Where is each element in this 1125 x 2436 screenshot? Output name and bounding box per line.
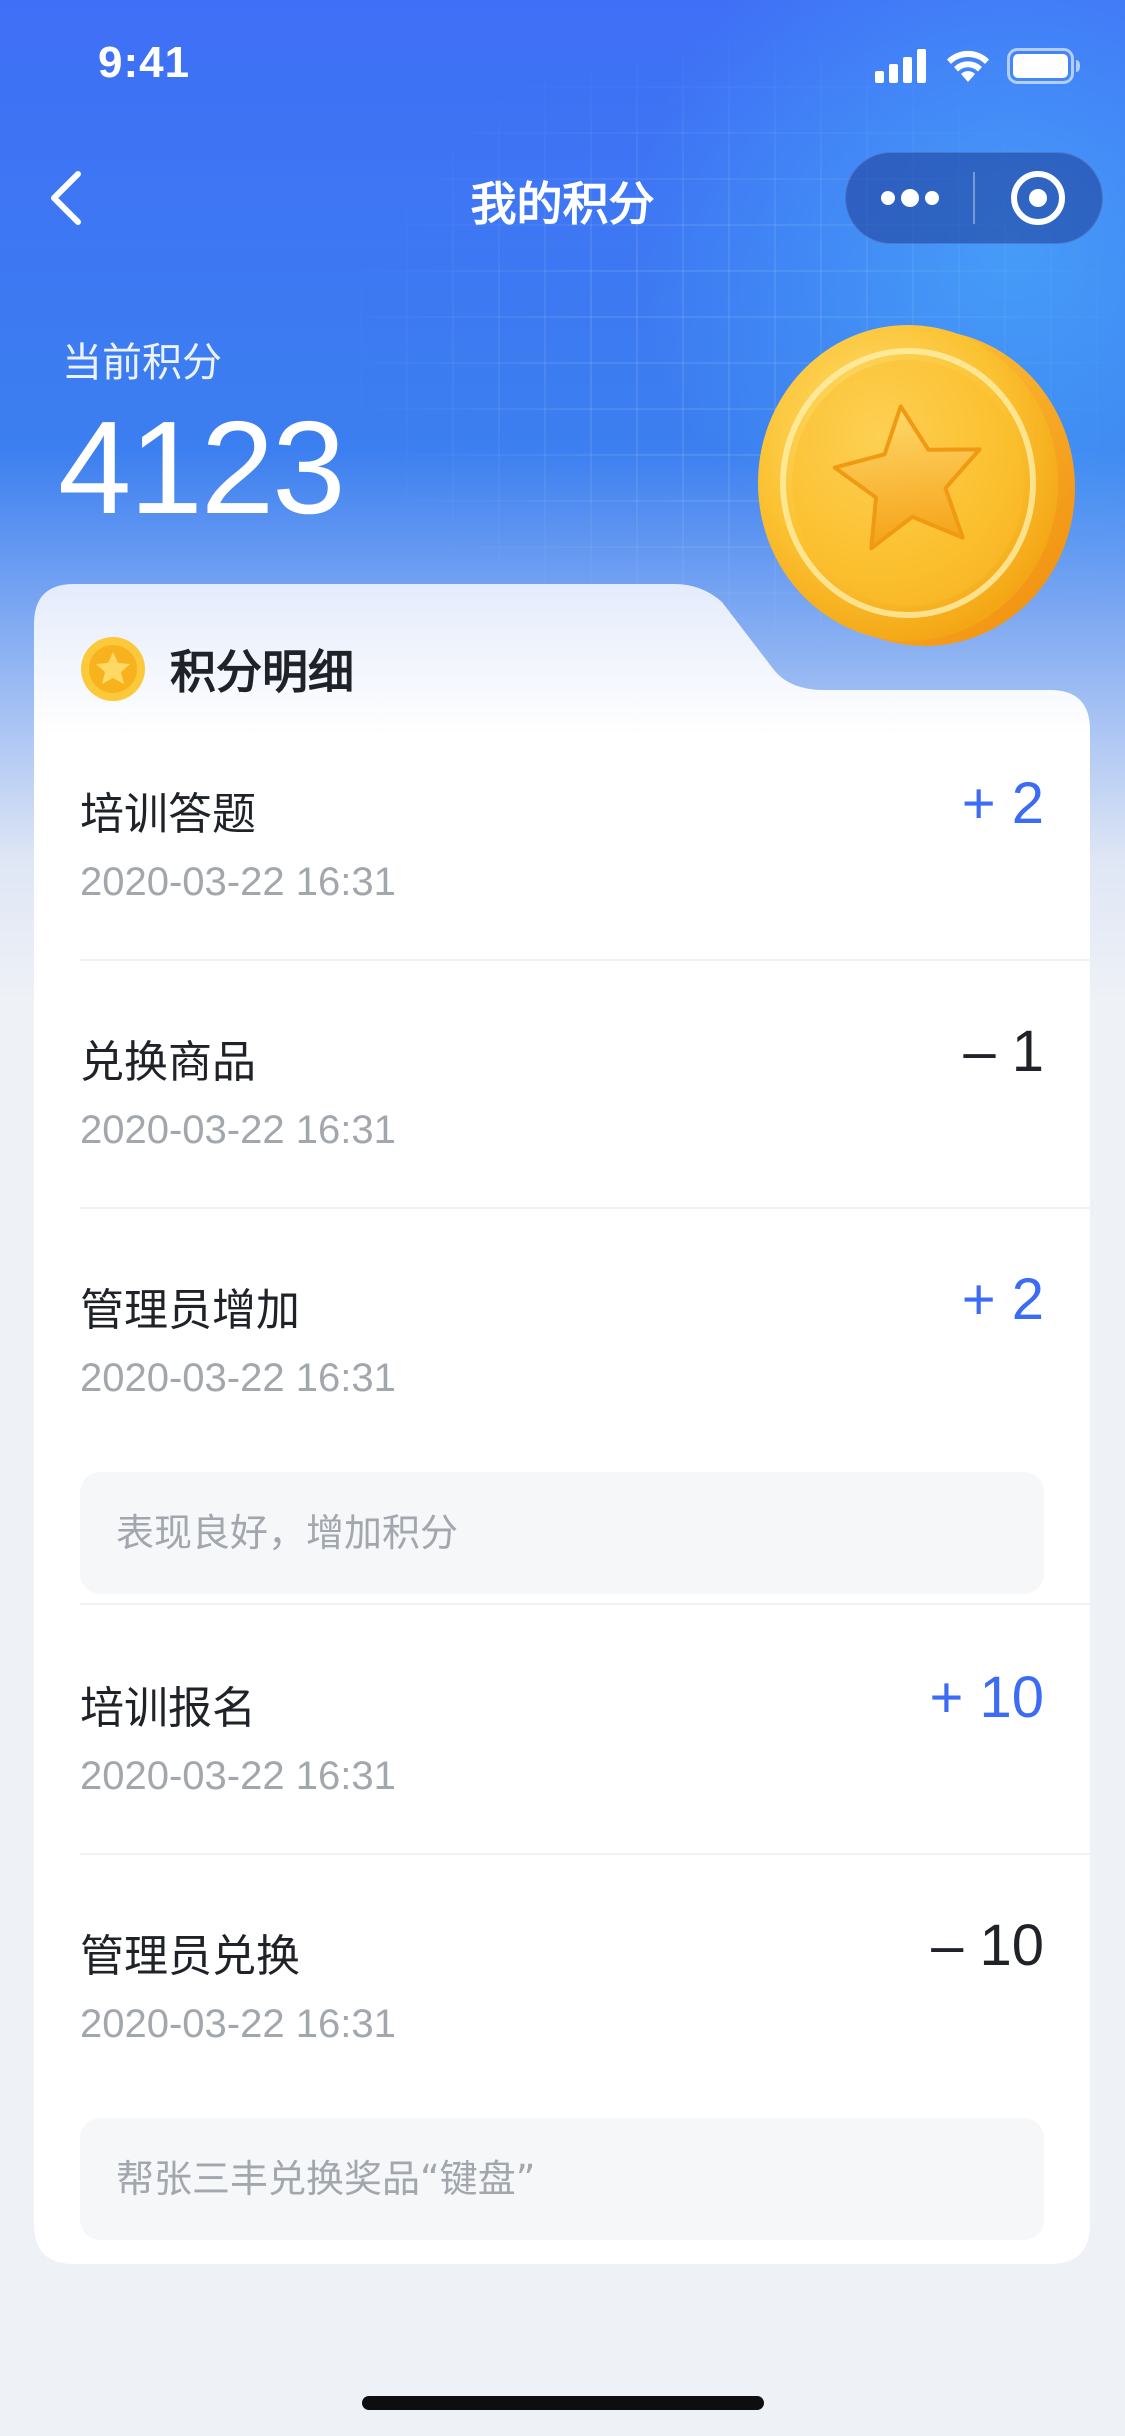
record-title: 培训答题 — [80, 789, 256, 840]
record-title: 兑换商品 — [80, 1037, 256, 1088]
record-divider — [80, 1603, 1090, 1605]
record-time: 2020-03-22 16:31 — [80, 1754, 396, 1798]
more-button[interactable] — [846, 152, 973, 244]
record-title: 管理员增加 — [80, 1285, 300, 1336]
record-time: 2020-03-22 16:31 — [80, 860, 396, 904]
record-divider — [80, 1853, 1090, 1855]
record-time: 2020-03-22 16:31 — [80, 1356, 396, 1400]
card-title: 积分明细 — [170, 645, 354, 699]
record-points-change: + 2 — [961, 771, 1044, 836]
battery-icon — [1007, 48, 1080, 84]
current-points-value: 4123 — [58, 394, 346, 541]
wifi-icon — [947, 50, 989, 82]
close-mini-program-button[interactable] — [975, 152, 1102, 244]
current-points-label: 当前积分 — [62, 340, 222, 386]
home-indicator — [362, 2396, 764, 2410]
record-divider — [80, 1207, 1090, 1209]
record-title: 管理员兑换 — [80, 1931, 300, 1982]
status-time: 9:41 — [98, 38, 191, 87]
record-points-change: – 1 — [963, 1019, 1044, 1084]
star-coin-small-icon — [81, 637, 145, 701]
more-dots-icon — [880, 189, 939, 207]
card-header: 积分明细 — [80, 636, 354, 702]
target-circle-icon — [1011, 171, 1066, 225]
status-icons — [875, 48, 1081, 84]
record-time: 2020-03-22 16:31 — [80, 2002, 396, 2046]
record-points-change: – 10 — [931, 1913, 1044, 1978]
mini-program-capsule — [845, 152, 1103, 244]
record-points-change: + 10 — [929, 1665, 1045, 1730]
record-note: 表现良好，增加积分 — [80, 1472, 1044, 1594]
record-points-change: + 2 — [961, 1267, 1044, 1332]
record-divider — [80, 959, 1090, 961]
record-title: 培训报名 — [80, 1683, 256, 1734]
record-note: 帮张三丰兑换奖品“键盘” — [80, 2118, 1044, 2240]
status-bar: 9:41 — [0, 0, 1125, 132]
record-time: 2020-03-22 16:31 — [80, 1108, 396, 1152]
cellular-signal-icon — [875, 49, 926, 83]
